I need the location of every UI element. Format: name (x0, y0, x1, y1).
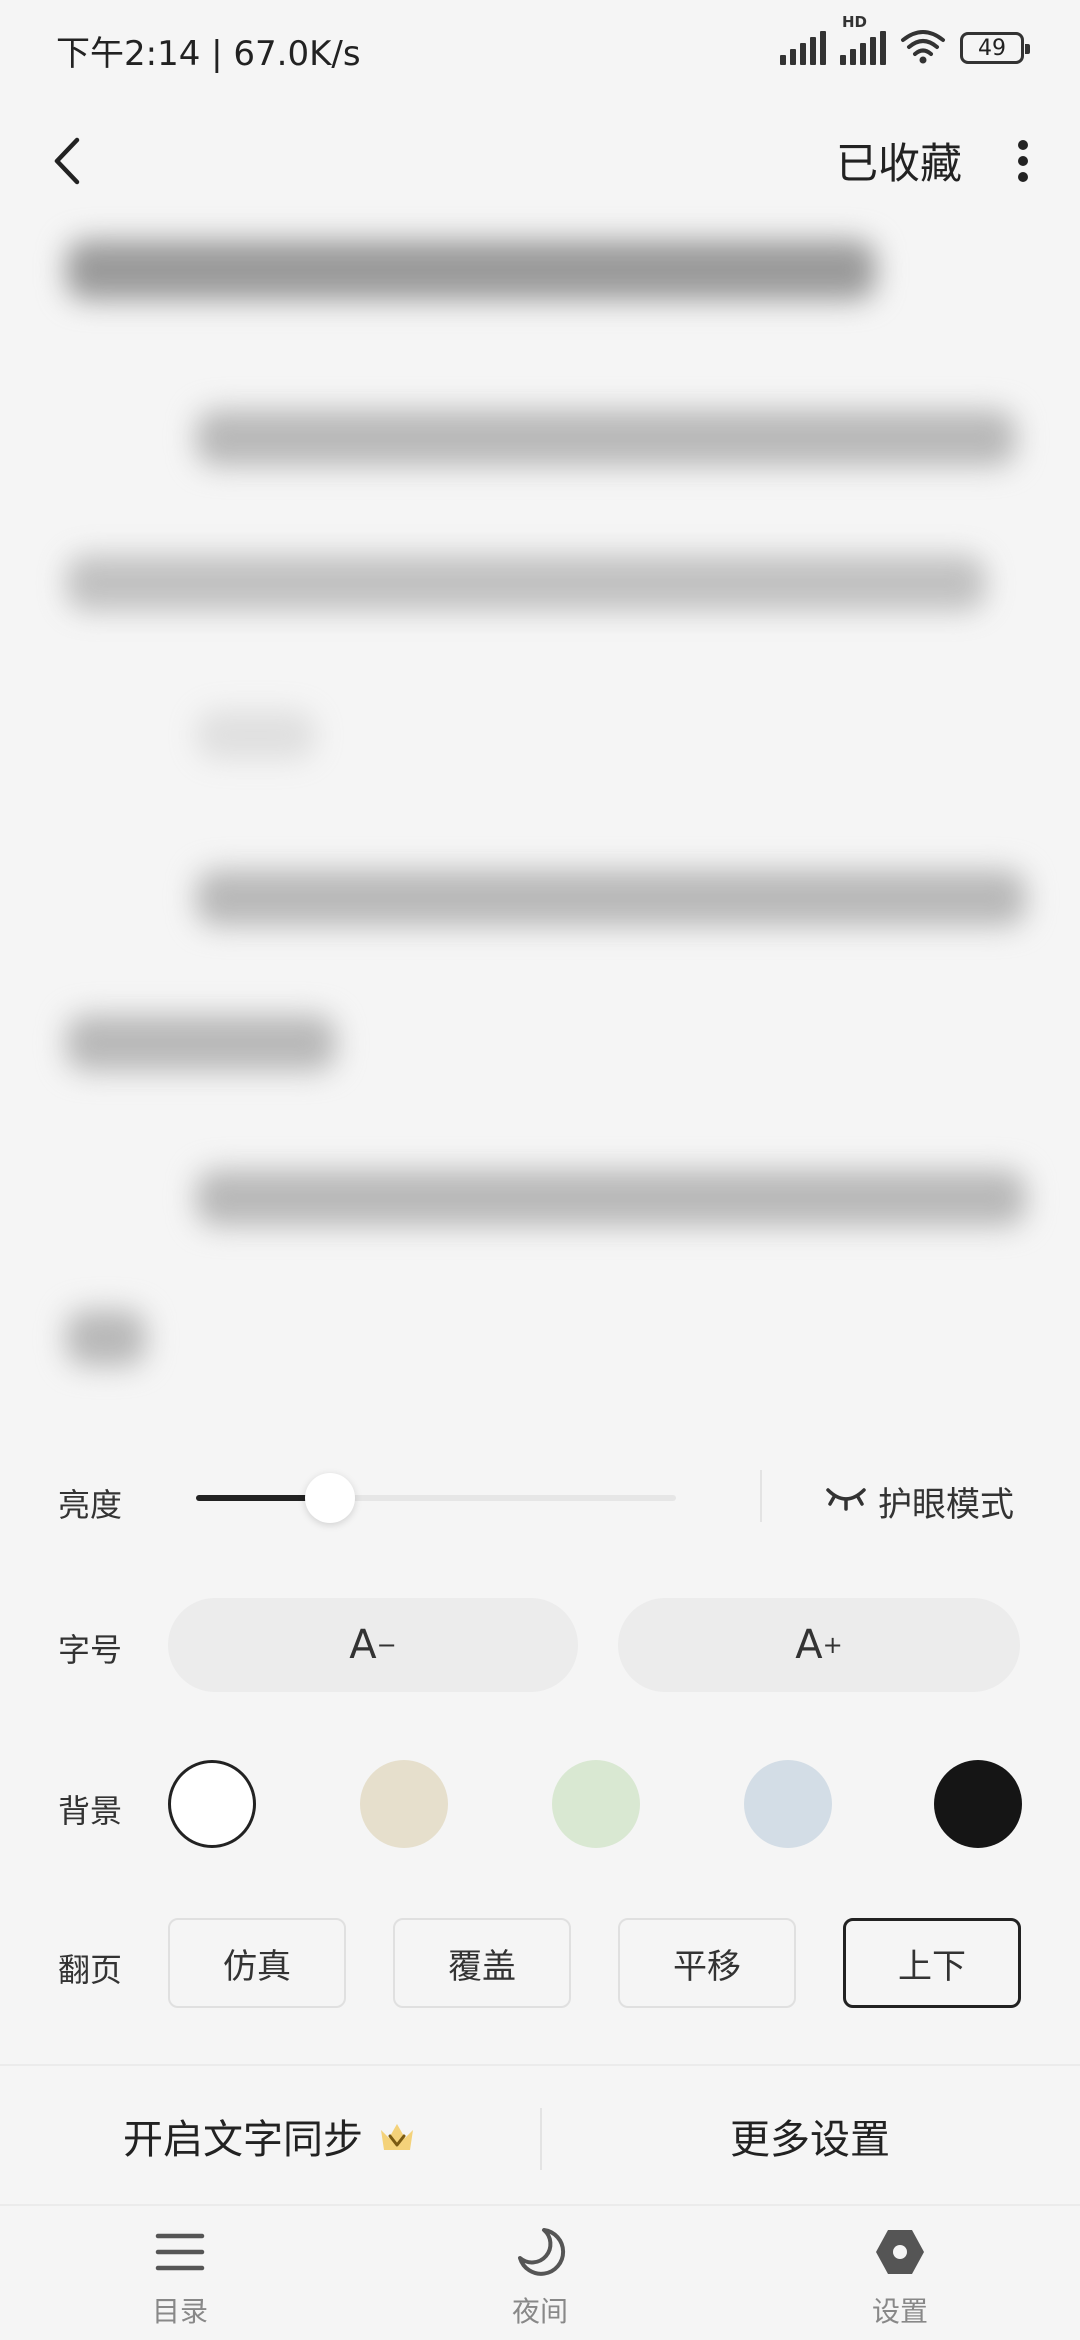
back-button[interactable] (32, 116, 102, 206)
page-turn-vertical-button[interactable]: 上下 (843, 1918, 1021, 2008)
font-increase-letter: A (795, 1622, 823, 1668)
moon-icon (512, 2224, 568, 2280)
font-decrease-button[interactable]: A − (168, 1598, 578, 1692)
brightness-row: 亮度 护眼模式 (0, 1405, 1080, 1595)
font-increase-sign: + (822, 1631, 843, 1659)
blurred-text-line (196, 870, 1026, 926)
menu-icon (152, 2224, 208, 2280)
tab-settings-label: 设置 (871, 2295, 928, 2328)
background-swatch-blue[interactable] (744, 1760, 832, 1848)
status-icons: HD 49 (780, 13, 1030, 70)
font-decrease-sign: − (376, 1631, 397, 1659)
signal-icon (780, 31, 826, 65)
blurred-chapter-title (66, 240, 876, 300)
blurred-text-line (196, 410, 1016, 466)
blurred-text-line (66, 555, 986, 611)
text-sync-label: 开启文字同步 (123, 2117, 363, 2163)
page-turn-label: 翻页 (58, 1951, 123, 1989)
top-nav: 已收藏 (0, 96, 1080, 226)
hd-label: HD (842, 13, 868, 31)
chevron-left-icon (54, 137, 80, 185)
blurred-text-line (66, 1310, 146, 1366)
tab-settings[interactable]: 设置 (800, 2224, 1000, 2334)
background-swatch-beige[interactable] (360, 1760, 448, 1848)
more-settings-button[interactable]: 更多设置 (540, 2066, 1080, 2206)
blurred-text-line (196, 1170, 1026, 1226)
brightness-slider[interactable] (196, 1473, 676, 1523)
background-swatch-black[interactable] (934, 1760, 1022, 1848)
background-swatch-white[interactable] (168, 1760, 256, 1848)
blurred-text-line (196, 710, 316, 760)
text-sync-button[interactable]: 开启文字同步 (0, 2066, 540, 2206)
more-button[interactable] (988, 116, 1058, 206)
signal-hd-icon: HD (840, 13, 886, 65)
bottom-tab-bar: 目录 夜间 设置 (0, 2206, 1080, 2340)
font-increase-button[interactable]: A + (618, 1598, 1020, 1692)
battery-icon: 49 (960, 32, 1030, 64)
divider (760, 1470, 762, 1522)
status-bar: 下午2:14 | 67.0K/s HD 49 (0, 0, 1080, 96)
reading-content-blurred (0, 210, 1080, 1400)
settings-icon (872, 2224, 928, 2280)
blurred-text-line (66, 1015, 336, 1071)
font-decrease-letter: A (349, 1622, 377, 1668)
eye-mode-button[interactable]: 护眼模式 (878, 1477, 1014, 1526)
battery-level: 49 (978, 35, 1006, 61)
vip-crown-icon (381, 2124, 413, 2150)
background-swatch-green[interactable] (552, 1760, 640, 1848)
page-turn-simulate-button[interactable]: 仿真 (168, 1918, 346, 2008)
tab-catalog-label: 目录 (151, 2295, 208, 2328)
tab-night-label: 夜间 (511, 2295, 568, 2328)
background-label: 背景 (58, 1792, 123, 1830)
collected-button[interactable]: 已收藏 (836, 130, 962, 191)
more-vertical-icon (1018, 140, 1028, 182)
page-turn-cover-button[interactable]: 覆盖 (393, 1918, 571, 2008)
eye-closed-icon[interactable] (820, 1477, 872, 1517)
brightness-slider-thumb[interactable] (305, 1473, 355, 1523)
brightness-label: 亮度 (58, 1486, 123, 1524)
tab-catalog[interactable]: 目录 (80, 2224, 280, 2334)
page-turn-slide-button[interactable]: 平移 (618, 1918, 796, 2008)
wifi-icon (900, 28, 946, 68)
font-size-label: 字号 (58, 1631, 123, 1669)
tab-night[interactable]: 夜间 (440, 2224, 640, 2334)
status-time-speed: 下午2:14 | 67.0K/s (56, 34, 361, 74)
